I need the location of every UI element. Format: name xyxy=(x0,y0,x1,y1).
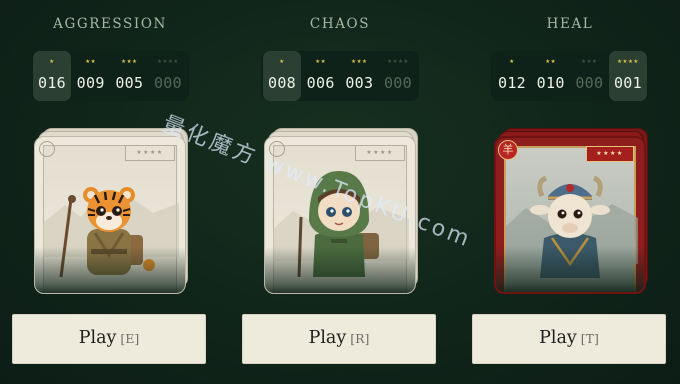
tier-1-count: 008 xyxy=(268,74,296,92)
tier-1-count: 016 xyxy=(38,74,66,92)
tier-1-count: 012 xyxy=(498,74,526,92)
card-deck: ★★★★ xyxy=(262,126,418,294)
tier-3-count: 005 xyxy=(115,74,144,92)
play-hotkey: [T] xyxy=(580,331,599,346)
tier-3-count: 003 xyxy=(345,74,374,92)
tier-3-count: 000 xyxy=(575,74,604,92)
card-fade xyxy=(35,247,185,293)
tier-4-stars: ★★★★ xyxy=(617,59,639,65)
card-deck: ★★★★ xyxy=(32,126,188,294)
play-button-label: Play xyxy=(539,328,577,348)
play-aggression-button[interactable]: Play [E] xyxy=(12,314,206,364)
tier-1-stars: ★ xyxy=(509,59,515,65)
tier-2-count: 006 xyxy=(306,74,335,92)
column-title: CHAOS xyxy=(309,16,371,32)
tier-2-stars: ★★ xyxy=(545,59,557,65)
tier-2-count: 010 xyxy=(536,74,565,92)
tier-1-counter: ★ 016 xyxy=(33,51,71,101)
play-button-label: Play xyxy=(308,328,347,348)
tier-2-counter: ★★ 009 xyxy=(72,51,110,101)
card-deck: 羊 ★★★★ xyxy=(492,126,648,294)
tier-2-stars: ★★ xyxy=(315,59,327,65)
tier-3-stars: ★★★ xyxy=(581,59,598,65)
tier-3-counter: ★★★ 000 xyxy=(570,51,608,101)
tier-1-stars: ★ xyxy=(279,59,285,65)
card-fade xyxy=(496,246,644,292)
tier-3-counter: ★★★ 005 xyxy=(110,51,148,101)
tier-4-count: 001 xyxy=(613,74,642,92)
column-title: AGGRESSION xyxy=(53,16,167,32)
tier-4-stars: ★★★★ xyxy=(157,59,179,65)
column-title: HEAL xyxy=(546,16,594,32)
tier-2-count: 009 xyxy=(76,74,105,92)
character-card-tiger: ★★★★ xyxy=(34,136,186,294)
tier-1-counter: ★ 012 xyxy=(493,51,531,101)
tier-2-counter: ★★ 010 xyxy=(532,51,570,101)
tier-4-stars: ★★★★ xyxy=(387,59,409,65)
tier-4-count: 000 xyxy=(383,74,412,92)
tier-3-stars: ★★★ xyxy=(351,59,368,65)
tier-counters: ★ 012 ★★ 010 ★★★ 000 ★★★★ 001 xyxy=(491,51,649,101)
tier-4-count: 000 xyxy=(153,74,182,92)
tier-2-counter: ★★ 006 xyxy=(302,51,340,101)
play-chaos-button[interactable]: Play [R] xyxy=(242,314,436,364)
tier-4-counter: ★★★★ 001 xyxy=(608,51,647,101)
tier-2-stars: ★★ xyxy=(85,59,97,65)
tier-4-counter: ★★★★ 000 xyxy=(149,51,187,101)
character-card-goat: 羊 ★★★★ xyxy=(494,136,646,294)
play-button-label: Play xyxy=(78,328,117,348)
tier-1-counter: ★ 008 xyxy=(263,51,301,101)
card-fade xyxy=(265,247,415,293)
play-heal-button[interactable]: Play [T] xyxy=(472,314,666,364)
tier-counters: ★ 008 ★★ 006 ★★★ 003 ★★★★ 000 xyxy=(261,51,419,101)
aggression-column: AGGRESSION ★ 016 ★★ 009 ★★★ 005 ★★★★ 000… xyxy=(10,0,210,384)
tier-4-counter: ★★★★ 000 xyxy=(379,51,417,101)
tier-3-counter: ★★★ 003 xyxy=(340,51,378,101)
tier-counters: ★ 016 ★★ 009 ★★★ 005 ★★★★ 000 xyxy=(31,51,189,101)
play-hotkey: [R] xyxy=(350,331,370,346)
play-hotkey: [E] xyxy=(120,331,140,346)
character-card-hooded-child: ★★★★ xyxy=(264,136,416,294)
heal-column: HEAL ★ 012 ★★ 010 ★★★ 000 ★★★★ 001 羊 ★★★… xyxy=(470,0,670,384)
tier-1-stars: ★ xyxy=(49,59,55,65)
tier-3-stars: ★★★ xyxy=(121,59,138,65)
chaos-column: CHAOS ★ 008 ★★ 006 ★★★ 003 ★★★★ 000 ★★★★ xyxy=(240,0,440,384)
